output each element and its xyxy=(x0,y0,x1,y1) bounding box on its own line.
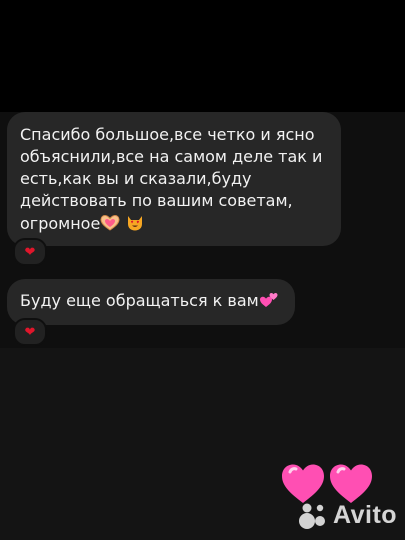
top-band xyxy=(0,0,405,112)
heart-eyes-cat-icon xyxy=(125,212,145,238)
message-bubble[interactable]: Спасибо большое,все четко и ясно объясни… xyxy=(7,112,341,246)
red-heart-icon: ❤ xyxy=(24,244,36,260)
avito-watermark: Avito xyxy=(298,498,397,532)
heart-reaction[interactable]: ❤ xyxy=(13,238,47,266)
heart-reaction[interactable]: ❤ xyxy=(13,318,47,346)
message-text: Буду еще обращаться к вам xyxy=(20,290,283,315)
two-hearts-icon xyxy=(259,291,279,315)
avito-dots-logo xyxy=(299,503,325,529)
message-bubble[interactable]: Буду еще обращаться к вам xyxy=(7,279,295,325)
watermark-text: Avito xyxy=(333,500,398,529)
red-heart-icon: ❤ xyxy=(24,324,36,340)
message-text: Спасибо большое,все четко и ясно объясни… xyxy=(20,124,329,238)
heart-hands-icon xyxy=(100,214,120,238)
